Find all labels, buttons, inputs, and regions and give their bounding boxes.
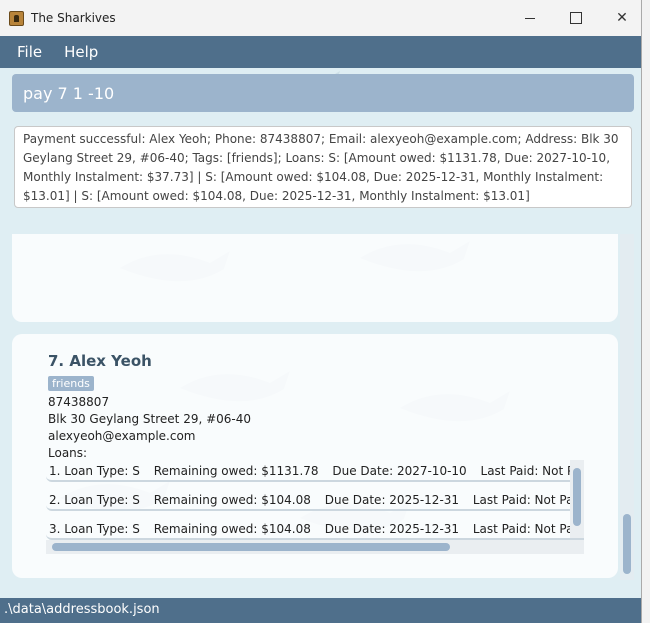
loan-last-paid: Last Paid: Not Paid Yet xyxy=(472,522,584,536)
loan-due: Due Date: 2025-12-31 xyxy=(324,522,460,536)
window-title: The Sharkives xyxy=(31,11,116,25)
loan-due: Due Date: 2025-12-31 xyxy=(324,493,460,507)
app-window: The Sharkives ✕ File Help pay 7 1 -10 Pa… xyxy=(0,0,642,623)
loan-type: 3. Loan Type: S xyxy=(49,522,140,536)
maximize-button[interactable] xyxy=(564,6,588,30)
tag-badge: friends xyxy=(48,376,94,391)
person-email: alexyeoh@example.com xyxy=(48,429,196,443)
loan-remaining: Remaining owed: $1131.78 xyxy=(153,464,319,478)
loans-label: Loans: xyxy=(48,446,88,460)
desktop-background xyxy=(642,0,650,623)
menu-bar: File Help xyxy=(0,36,641,68)
loan-remaining: Remaining owed: $104.08 xyxy=(153,493,311,507)
result-display: Payment successful: Alex Yeoh; Phone: 87… xyxy=(14,126,632,208)
close-button[interactable]: ✕ xyxy=(610,6,634,30)
menu-help[interactable]: Help xyxy=(64,43,98,61)
loan-type: 1. Loan Type: S xyxy=(49,464,140,478)
menu-file[interactable]: File xyxy=(17,43,42,61)
command-input[interactable]: pay 7 1 -10 xyxy=(12,74,634,112)
main-content: pay 7 1 -10 Payment successful: Alex Yeo… xyxy=(0,68,641,598)
person-list-scroll-thumb[interactable] xyxy=(623,514,631,574)
person-card[interactable]: 7. Alex Yeoh friends 87438807 Blk 30 Gey… xyxy=(12,334,618,578)
minimize-button[interactable] xyxy=(518,6,542,30)
app-icon xyxy=(9,11,24,26)
status-bar: .\data\addressbook.json xyxy=(0,598,641,623)
person-list[interactable]: 7. Alex Yeoh friends 87438807 Blk 30 Gey… xyxy=(12,234,634,580)
loan-type: 2. Loan Type: S xyxy=(49,493,140,507)
person-card-previous[interactable] xyxy=(12,234,618,322)
loan-row[interactable]: 1. Loan Type: S Remaining owed: $1131.78… xyxy=(46,462,584,482)
person-address: Blk 30 Geylang Street 29, #06-40 xyxy=(48,412,252,426)
loans-horizontal-scroll-thumb[interactable] xyxy=(52,543,450,551)
loan-remaining: Remaining owed: $104.08 xyxy=(153,522,311,536)
loans-vertical-scrollbar[interactable] xyxy=(570,460,584,538)
loan-last-paid: Last Paid: Not Paid Yet xyxy=(480,464,584,478)
loan-last-paid: Last Paid: Not Paid Yet xyxy=(472,493,584,507)
person-list-scrollbar[interactable] xyxy=(620,234,634,580)
loans-vertical-scroll-thumb[interactable] xyxy=(573,468,581,526)
person-phone: 87438807 xyxy=(48,395,110,409)
loan-due: Due Date: 2027-10-10 xyxy=(332,464,467,478)
person-name: 7. Alex Yeoh xyxy=(48,352,152,370)
loan-row[interactable]: 2. Loan Type: S Remaining owed: $104.08 … xyxy=(46,491,584,511)
title-bar[interactable]: The Sharkives ✕ xyxy=(0,0,641,36)
loan-row[interactable]: 3. Loan Type: S Remaining owed: $104.08 … xyxy=(46,520,584,540)
loans-horizontal-scrollbar[interactable] xyxy=(46,540,584,554)
